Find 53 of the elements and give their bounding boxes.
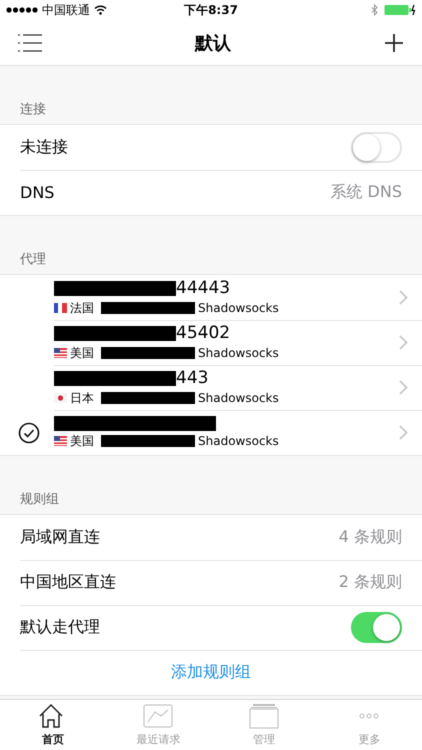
region-label: 美国 — [70, 432, 94, 450]
menu-button[interactable] — [18, 32, 42, 52]
row-value: 系统 DNS — [330, 182, 402, 203]
region-label: 日本 — [70, 390, 94, 406]
menu-icon — [18, 32, 42, 52]
bluetooth-icon — [371, 4, 378, 16]
proxy-type: Shadowsocks — [198, 301, 279, 315]
flag-icon — [54, 393, 67, 403]
more-icon — [359, 713, 380, 719]
flag-icon — [54, 303, 67, 313]
row-value: 4 条规则 — [338, 527, 402, 548]
section-header: 规则组 — [19, 491, 60, 509]
flag-icon — [54, 348, 67, 358]
proxy-row[interactable]: 44443 法国 Shadowsocks — [0, 275, 422, 320]
row-label: 未连接 — [20, 137, 69, 158]
status-time: 下午8:37 — [184, 2, 238, 18]
row-label: 默认走代理 — [20, 617, 101, 638]
tab-button[interactable]: 首页 — [0, 700, 106, 750]
row-label: DNS — [20, 183, 56, 202]
flag-icon — [54, 436, 67, 446]
row-value: 2 条规则 — [338, 572, 402, 593]
row-label: 局域网直连 — [20, 527, 101, 548]
nav-title: 默认 — [195, 32, 231, 54]
signal-icon — [6, 7, 38, 13]
toggle-switch[interactable] — [351, 612, 402, 643]
proxy-row[interactable]: 美国 Shadowsocks — [0, 410, 422, 455]
stack-icon — [248, 703, 279, 729]
wifi-icon — [94, 5, 107, 15]
chart-icon — [143, 703, 174, 729]
plus-icon — [384, 32, 404, 52]
list-row[interactable]: 中国地区直连 2 条规则 — [0, 560, 422, 605]
proxy-type: Shadowsocks — [198, 434, 279, 448]
proxy-row[interactable]: 45402 美国 Shadowsocks — [0, 320, 422, 365]
server-port: 45402 — [176, 324, 230, 342]
list-row[interactable]: 局域网直连 4 条规则 — [0, 515, 422, 560]
chevron-icon — [399, 335, 408, 350]
add-button[interactable] — [384, 32, 404, 52]
battery-icon — [384, 4, 416, 16]
server-port: 443 — [176, 368, 208, 388]
server-port: 44443 — [176, 278, 230, 298]
carrier-name: 中国联通 — [42, 2, 90, 18]
chevron-icon — [399, 380, 408, 395]
list-row[interactable]: DNS 系统 DNS — [0, 170, 422, 215]
proxy-row[interactable]: 443 日本 Shadowsocks — [0, 365, 422, 410]
region-label: 美国 — [70, 344, 94, 362]
chevron-icon — [399, 290, 408, 305]
proxy-type: Shadowsocks — [198, 391, 279, 405]
row-label: 中国地区直连 — [20, 572, 117, 593]
section-header: 连接 — [19, 101, 47, 119]
chevron-icon — [399, 425, 408, 440]
region-label: 法国 — [70, 300, 94, 316]
section-header: 代理 — [19, 251, 47, 269]
proxy-type: Shadowsocks — [198, 346, 279, 360]
